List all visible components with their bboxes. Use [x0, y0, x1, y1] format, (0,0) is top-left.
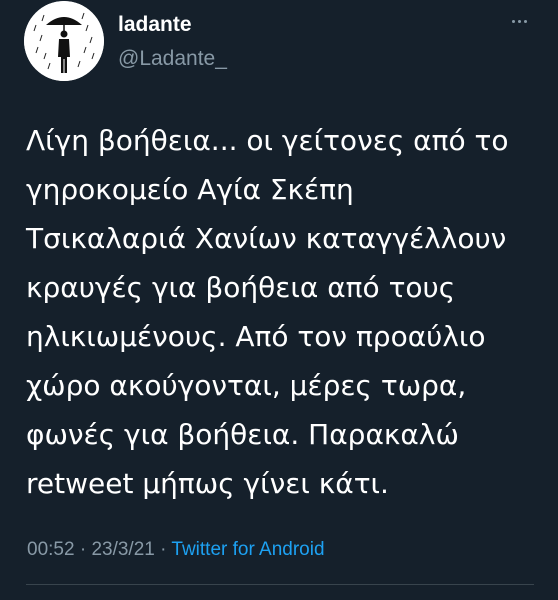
separator-dot: ·	[79, 539, 92, 560]
tweet-card: ladante @Ladante_ Λίγη βοήθεια... οι γεί…	[0, 0, 558, 600]
avatar[interactable]	[24, 1, 104, 81]
more-horizontal-icon	[518, 20, 521, 23]
tweet-metadata: 00:52 · 23/3/21 · Twitter for Android	[27, 538, 325, 562]
more-horizontal-icon	[512, 20, 515, 23]
tweet-time[interactable]: 00:52	[27, 539, 75, 560]
tweet-source-link[interactable]: Twitter for Android	[171, 539, 324, 560]
user-handle[interactable]: @Ladante_	[118, 46, 227, 72]
tweet-text: Λίγη βοήθεια... οι γείτονες από το γηροκ…	[26, 124, 509, 500]
divider	[26, 584, 534, 585]
separator-dot: ·	[160, 539, 172, 560]
tweet-date[interactable]: 23/3/21	[91, 539, 154, 560]
more-horizontal-icon	[524, 20, 527, 23]
man-with-umbrella-in-rain-icon	[24, 1, 104, 81]
more-options-button[interactable]	[508, 14, 532, 30]
display-name[interactable]: ladante	[118, 12, 192, 38]
